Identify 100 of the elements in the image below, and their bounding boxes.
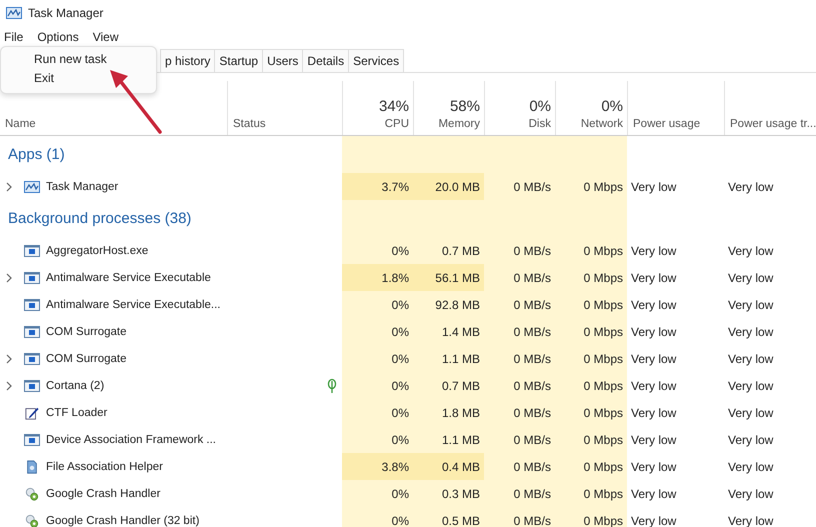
window-icon [24, 298, 40, 312]
table-cell: 0.3 MB [413, 480, 484, 507]
table-cell: 0% [342, 507, 413, 527]
column-header[interactable]: Power usage [627, 81, 724, 135]
table-cell: 1.1 MB [413, 426, 484, 453]
table-cell: 0% [342, 480, 413, 507]
menu-item[interactable]: File [4, 30, 24, 44]
table-cell: 0 MB/s [484, 264, 555, 291]
tab[interactable]: Services [348, 49, 404, 72]
table-cell: 0 Mbps [555, 345, 627, 372]
table-cell: 56.1 MB [413, 264, 484, 291]
process-name: Antimalware Service Executable [46, 272, 211, 284]
table-cell: 0 Mbps [555, 399, 627, 426]
group-header: Apps (1) [7, 146, 65, 163]
tab[interactable]: Startup [214, 49, 264, 72]
table-cell: 0 MB/s [484, 237, 555, 264]
window-icon [24, 432, 40, 446]
table-cell: 0 MB/s [484, 426, 555, 453]
process-name: Device Association Framework ... [46, 434, 216, 446]
window-icon [24, 352, 40, 366]
process-name: COM Surrogate [46, 352, 127, 364]
table-cell: 0 MB/s [484, 399, 555, 426]
file-icon [24, 460, 40, 474]
table-cell: Very low [728, 180, 774, 194]
table-cell: 0% [342, 372, 413, 399]
table-cell: 0 Mbps [555, 291, 627, 318]
table-cell: 0% [342, 237, 413, 264]
table-cell: 0 Mbps [555, 507, 627, 527]
table-cell: Very low [728, 486, 774, 500]
table-cell: 0 Mbps [555, 264, 627, 291]
table-cell: 0% [342, 318, 413, 345]
table-cell: 0.5 MB [413, 507, 484, 527]
chart-icon [24, 180, 40, 194]
table-cell: 0.4 MB [413, 453, 484, 480]
window-icon [24, 244, 40, 258]
table-cell: 0 Mbps [555, 453, 627, 480]
column-header[interactable]: 0% Network [555, 81, 627, 135]
table-cell: 0 MB/s [484, 507, 555, 527]
table-cell: 0 Mbps [555, 480, 627, 507]
table-cell: Very low [631, 378, 676, 392]
table-cell: 0 Mbps [555, 173, 627, 200]
chevron-icon[interactable] [6, 272, 12, 282]
table-cell: Very low [631, 406, 676, 420]
table-cell: Very low [728, 324, 774, 338]
menu-item[interactable]: View [92, 30, 118, 44]
table-cell: Very low [728, 378, 774, 392]
table-cell: 0 MB/s [484, 453, 555, 480]
table-cell: 0% [342, 399, 413, 426]
table-cell: 0 Mbps [555, 237, 627, 264]
table-cell: 0% [342, 291, 413, 318]
chevron-icon[interactable] [6, 182, 12, 192]
table-cell: Very low [728, 352, 774, 366]
table-cell: Very low [631, 244, 676, 258]
table-cell: 1.4 MB [413, 318, 484, 345]
process-name: Google Crash Handler (32 bit) [46, 514, 200, 526]
chart-icon [6, 6, 22, 18]
tab[interactable]: p history [160, 49, 216, 72]
table-cell: Very low [728, 270, 774, 284]
table-cell: 0 MB/s [484, 291, 555, 318]
table-cell: 3.7% [342, 173, 413, 200]
table-cell: 0.7 MB [413, 237, 484, 264]
column-header[interactable]: Status [227, 81, 342, 135]
table-cell: Very low [631, 298, 676, 312]
table-cell: 0 MB/s [484, 480, 555, 507]
table-cell: Very low [631, 270, 676, 284]
table-cell: Very low [631, 324, 676, 338]
table-cell: 0 MB/s [484, 372, 555, 399]
menu-item[interactable]: Exit [1, 69, 156, 88]
chevron-icon[interactable] [6, 380, 12, 390]
table-cell: 20.0 MB [413, 173, 484, 200]
menu-item[interactable]: Run new task [1, 50, 156, 69]
column-header[interactable]: 58% Memory [413, 81, 484, 135]
process-name: Cortana (2) [46, 380, 104, 392]
column-header[interactable]: 34% CPU [342, 81, 413, 135]
process-name: Task Manager [46, 180, 118, 192]
process-name: CTF Loader [46, 406, 108, 418]
table-cell: 0% [342, 426, 413, 453]
tab[interactable]: Users [262, 49, 304, 72]
window-icon [24, 324, 40, 338]
table-cell: Very low [728, 298, 774, 312]
column-header[interactable]: Power usage tr... [724, 81, 816, 135]
table-cell: 0 Mbps [555, 426, 627, 453]
table-cell: Very low [631, 514, 676, 527]
pen-icon [24, 406, 40, 420]
process-name: AggregatorHost.exe [46, 244, 148, 256]
table-cell: 0 MB/s [484, 345, 555, 372]
process-name: Antimalware Service Executable... [46, 298, 220, 310]
table-cell: Very low [728, 432, 774, 446]
column-header[interactable]: 0% Disk [484, 81, 555, 135]
tab[interactable]: Details [302, 49, 350, 72]
process-name: File Association Helper [46, 460, 163, 472]
table-cell: Very low [631, 180, 676, 194]
table-cell: 0 MB/s [484, 318, 555, 345]
table-cell: Very low [728, 406, 774, 420]
usage-shading [342, 136, 413, 173]
table-cell: Very low [728, 244, 774, 258]
menu-item[interactable]: Options [37, 30, 79, 44]
group-header: Background processes (38) [7, 210, 192, 227]
chevron-icon[interactable] [6, 354, 12, 364]
process-name: Google Crash Handler [46, 488, 160, 500]
